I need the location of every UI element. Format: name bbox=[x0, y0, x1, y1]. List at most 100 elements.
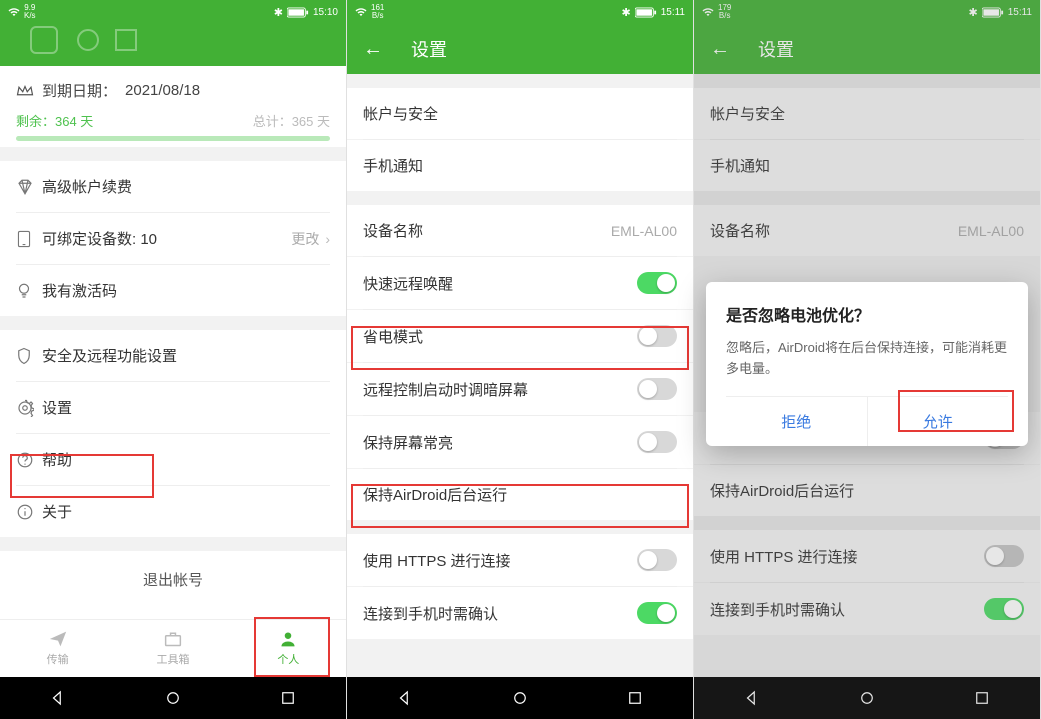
premium-renew-label: 高级帐户续费 bbox=[42, 176, 330, 197]
activation-label: 我有激活码 bbox=[42, 280, 330, 301]
notify-label: 手机通知 bbox=[363, 155, 677, 176]
confirm-toggle[interactable] bbox=[637, 602, 677, 624]
help-label: 帮助 bbox=[42, 449, 330, 470]
system-nav bbox=[694, 677, 1040, 719]
dim-toggle[interactable] bbox=[637, 378, 677, 400]
system-nav bbox=[347, 677, 693, 719]
keepon-toggle[interactable] bbox=[637, 431, 677, 453]
security-label: 安全及远程功能设置 bbox=[42, 345, 330, 366]
sys-recent[interactable] bbox=[626, 689, 644, 707]
powersave-label: 省电模式 bbox=[363, 326, 637, 347]
sys-recent[interactable] bbox=[973, 689, 991, 707]
https-toggle[interactable] bbox=[637, 549, 677, 571]
status-time: 15:11 bbox=[1008, 7, 1032, 18]
dialog-body: 忽略后，AirDroid将在后台保持连接，可能消耗更多电量。 bbox=[726, 338, 1008, 380]
help-row[interactable]: 帮助 bbox=[0, 434, 346, 485]
expiry-progress bbox=[16, 136, 330, 141]
battery-icon bbox=[635, 7, 657, 18]
settings-header: ← 设置 bbox=[694, 24, 1040, 74]
phone-notify-row[interactable]: 手机通知 bbox=[347, 140, 693, 191]
days-total: 总计：365 天 bbox=[253, 111, 330, 130]
nav-toolbox[interactable]: 工具箱 bbox=[115, 620, 230, 677]
https-row[interactable]: 使用 HTTPS 进行连接 bbox=[347, 534, 693, 586]
devices-action: 更改 bbox=[291, 229, 319, 249]
confirm-connect-row[interactable]: 连接到手机时需确认 bbox=[347, 587, 693, 639]
power-save-row[interactable]: 省电模式 bbox=[347, 310, 693, 362]
notify-label: 手机通知 bbox=[710, 155, 1024, 176]
quick-wake-row[interactable]: 快速远程唤醒 bbox=[347, 257, 693, 309]
diamond-icon bbox=[16, 178, 42, 196]
device-name-row[interactable]: 设备名称 EML-AL00 bbox=[694, 205, 1040, 256]
settings-row[interactable]: 设置 bbox=[0, 382, 346, 433]
wifi-icon bbox=[702, 6, 714, 18]
keep-background-row[interactable]: 保持AirDroid后台运行 bbox=[694, 465, 1040, 516]
device-name-row[interactable]: 设备名称 EML-AL00 bbox=[347, 205, 693, 256]
keep-screen-on-row[interactable]: 保持屏幕常亮 bbox=[347, 416, 693, 468]
phone-notify-row[interactable]: 手机通知 bbox=[694, 140, 1040, 191]
nav-toolbox-label: 工具箱 bbox=[156, 651, 189, 667]
bluetooth-icon: ✱ bbox=[621, 6, 630, 19]
activation-row[interactable]: 我有激活码 bbox=[0, 265, 346, 316]
keep-background-row[interactable]: 保持AirDroid后台运行 bbox=[347, 469, 693, 520]
about-label: 关于 bbox=[42, 501, 330, 522]
wifi-icon bbox=[355, 6, 367, 18]
premium-renew-row[interactable]: 高级帐户续费 bbox=[0, 161, 346, 212]
nav-transfer[interactable]: 传输 bbox=[0, 620, 115, 677]
account-security-row[interactable]: 帐户与安全 bbox=[347, 88, 693, 139]
devname-value: EML-AL00 bbox=[611, 223, 677, 239]
help-icon bbox=[16, 451, 42, 469]
account-security-row[interactable]: 帐户与安全 bbox=[694, 88, 1040, 139]
dialog-allow-button[interactable]: 允许 bbox=[868, 397, 1009, 446]
network-speed: 9.9 K/s bbox=[24, 4, 36, 20]
network-speed: 161 B/s bbox=[371, 4, 384, 20]
sys-back[interactable] bbox=[396, 689, 414, 707]
back-button[interactable]: ← bbox=[710, 38, 730, 61]
dim-screen-row[interactable]: 远程控制启动时调暗屏幕 bbox=[347, 363, 693, 415]
profile-header bbox=[0, 24, 346, 66]
about-row[interactable]: 关于 bbox=[0, 486, 346, 537]
bluetooth-icon: ✱ bbox=[968, 6, 977, 19]
expiry-date: 2021/08/18 bbox=[125, 82, 200, 99]
nav-me[interactable]: 个人 bbox=[231, 620, 346, 677]
system-nav bbox=[0, 677, 346, 719]
crown-icon bbox=[16, 84, 34, 98]
account-label: 帐户与安全 bbox=[710, 103, 1024, 124]
powersave-toggle[interactable] bbox=[637, 325, 677, 347]
status-bar: 161 B/s ✱ 15:11 bbox=[347, 0, 693, 24]
status-bar: 9.9 K/s ✱ 15:10 bbox=[0, 0, 346, 24]
battery-icon bbox=[982, 7, 1004, 18]
sys-back[interactable] bbox=[49, 689, 67, 707]
sys-back[interactable] bbox=[743, 689, 761, 707]
page-title: 设置 bbox=[758, 36, 794, 62]
wake-label: 快速远程唤醒 bbox=[363, 273, 637, 294]
briefcase-icon bbox=[163, 630, 183, 648]
battery-optimize-dialog: 是否忽略电池优化？ 忽略后，AirDroid将在后台保持连接，可能消耗更多电量。… bbox=[706, 282, 1028, 446]
logout-button[interactable]: 退出帐号 bbox=[0, 551, 346, 608]
sys-home[interactable] bbox=[511, 689, 529, 707]
gear-icon bbox=[16, 399, 42, 417]
phone-dialog: 179 B/s ✱ 15:11 ← 设置 帐户与安全 手机通知 设备名称 EML… bbox=[694, 0, 1041, 719]
dialog-reject-button[interactable]: 拒绝 bbox=[726, 397, 867, 446]
nav-transfer-label: 传输 bbox=[47, 651, 69, 667]
devname-label: 设备名称 bbox=[363, 220, 611, 241]
status-time: 15:10 bbox=[313, 7, 338, 18]
confirm-connect-row[interactable]: 连接到手机时需确认 bbox=[694, 583, 1040, 635]
wifi-icon bbox=[8, 6, 20, 18]
back-button[interactable]: ← bbox=[363, 38, 383, 61]
devices-row[interactable]: 可绑定设备数: 10 更改 › bbox=[0, 213, 346, 264]
https-toggle[interactable] bbox=[984, 545, 1024, 567]
keepon-label: 保持屏幕常亮 bbox=[363, 432, 637, 453]
security-row[interactable]: 安全及远程功能设置 bbox=[0, 330, 346, 381]
wake-toggle[interactable] bbox=[637, 272, 677, 294]
sys-home[interactable] bbox=[858, 689, 876, 707]
keepbg-label: 保持AirDroid后台运行 bbox=[363, 484, 677, 505]
confirm-toggle[interactable] bbox=[984, 598, 1024, 620]
sys-recent[interactable] bbox=[279, 689, 297, 707]
battery-icon bbox=[287, 7, 309, 18]
expiry-block: 到期日期： 2021/08/18 剩余：364 天 总计：365 天 bbox=[0, 66, 346, 147]
https-row[interactable]: 使用 HTTPS 进行连接 bbox=[694, 530, 1040, 582]
sys-home[interactable] bbox=[164, 689, 182, 707]
devname-value: EML-AL00 bbox=[958, 223, 1024, 239]
days-remaining: 剩余：364 天 bbox=[16, 111, 93, 130]
settings-content: 帐户与安全 手机通知 设备名称 EML-AL00 快速远程唤醒 省电模式 远程控… bbox=[347, 74, 693, 677]
